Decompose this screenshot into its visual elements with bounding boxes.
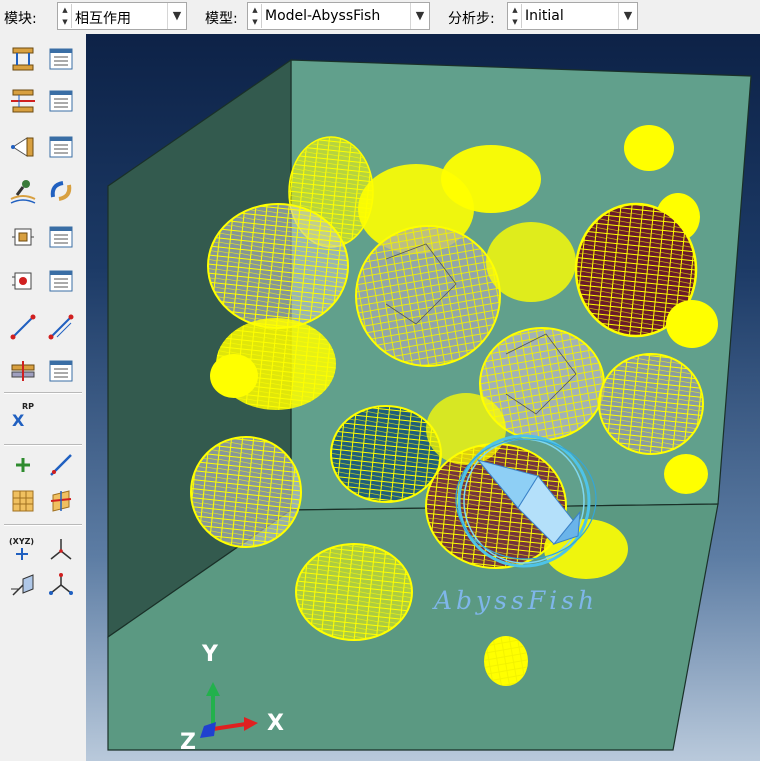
query-angle-icon[interactable] (46, 570, 76, 600)
query-distance-icon[interactable] (8, 570, 38, 600)
step-label: 分析步: (448, 11, 495, 27)
xyz-label: (XYZ) (9, 537, 34, 546)
triad-x-label: X (267, 711, 284, 736)
interaction-manager-icon[interactable] (46, 44, 76, 74)
constraint-manager-icon[interactable] (46, 132, 76, 162)
toolbox-separator (4, 444, 82, 446)
svg-text:X: X (12, 411, 25, 430)
create-interaction-icon[interactable] (8, 44, 38, 74)
reference-point-icon[interactable]: RP X (8, 400, 38, 430)
create-wire-alt-icon[interactable] (46, 312, 76, 342)
toolbox: RP X (XYZ) (0, 34, 86, 761)
step-value: Initial (525, 8, 564, 24)
create-datum-point-icon[interactable] (8, 450, 38, 480)
model-spin-icon[interactable]: ▲ ▼ (249, 4, 262, 28)
step-combo[interactable]: ▲ ▼ Initial ▼ (507, 2, 638, 30)
partition-cell-icon[interactable] (46, 486, 76, 516)
create-connector-section-icon[interactable] (8, 222, 38, 252)
module-spin-icon[interactable]: ▲ ▼ (59, 4, 72, 28)
create-datum-csys-icon[interactable]: (XYZ) (8, 534, 38, 564)
property-manager-icon[interactable] (46, 86, 76, 116)
create-wire-icon[interactable] (8, 312, 38, 342)
create-connector-assign-icon[interactable] (8, 266, 38, 296)
model-label: 模型: (205, 11, 238, 27)
contact-controls-icon[interactable] (46, 176, 76, 206)
datum-csys-3d-icon[interactable] (46, 534, 76, 564)
model-combo[interactable]: ▲ ▼ Model-AbyssFish ▼ (247, 2, 430, 30)
module-label: 模块: (4, 11, 37, 27)
connector-section-manager-icon[interactable] (46, 222, 76, 252)
create-datum-axis-icon[interactable] (46, 450, 76, 480)
create-property-icon[interactable] (8, 86, 38, 116)
chevron-down-icon[interactable]: ▼ (167, 3, 186, 29)
create-constraint-icon[interactable] (8, 132, 38, 162)
create-fastener-icon[interactable] (8, 356, 38, 386)
module-value: 相互作用 (75, 11, 131, 27)
triad-y-label: Y (202, 642, 218, 667)
watermark-text: AbyssFish (434, 586, 599, 615)
triad-z-label: Z (180, 730, 196, 755)
model-viewport[interactable]: Y X Z AbyssFish (86, 34, 760, 761)
fastener-manager-icon[interactable] (46, 356, 76, 386)
context-bar: 模块: ▲ ▼ 相互作用 ▼ 模型: ▲ ▼ Model-AbyssFish ▼ 分… (0, 0, 760, 34)
step-spin-icon[interactable]: ▲ ▼ (509, 4, 522, 28)
chevron-down-icon[interactable]: ▼ (410, 3, 429, 29)
toolbox-separator (4, 524, 82, 526)
model-value: Model-AbyssFish (265, 8, 381, 24)
module-combo[interactable]: ▲ ▼ 相互作用 ▼ (57, 2, 187, 30)
rp-label: RP (22, 402, 34, 411)
model-canvas[interactable] (86, 34, 760, 761)
find-contact-pairs-icon[interactable] (8, 176, 38, 206)
chevron-down-icon[interactable]: ▼ (618, 3, 637, 29)
create-partition-icon[interactable] (8, 486, 38, 516)
toolbox-separator (4, 392, 82, 394)
connector-assign-manager-icon[interactable] (46, 266, 76, 296)
